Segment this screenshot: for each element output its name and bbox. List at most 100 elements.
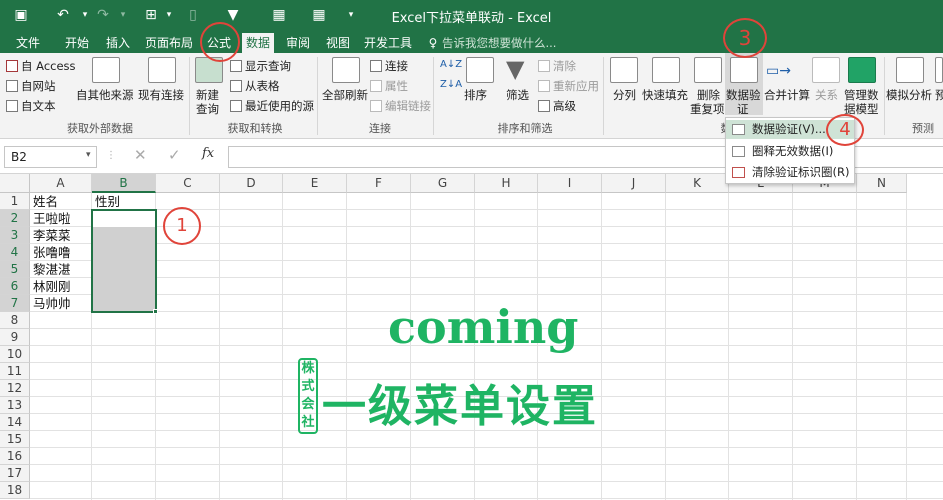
flash-fill-button[interactable]: 快速填充 — [642, 87, 688, 103]
row-header-13[interactable]: 13 — [0, 397, 30, 414]
tell-me-box[interactable]: 告诉我您想要做什么... — [442, 33, 562, 53]
row-header-16[interactable]: 16 — [0, 448, 30, 465]
other-sources-button[interactable]: 自其他来源 — [76, 87, 134, 103]
row-header-15[interactable]: 15 — [0, 431, 30, 448]
gridline-vertical — [282, 193, 283, 500]
row-header-2[interactable]: 2 — [0, 210, 30, 227]
menu-item-circle-invalid[interactable]: 圈释无效数据(I) — [726, 142, 854, 161]
ribbon-separator — [433, 57, 434, 135]
tab-insert[interactable]: 插入 — [100, 33, 136, 53]
advanced-filter-button[interactable]: 高级 — [538, 98, 576, 114]
row-header-4[interactable]: 4 — [0, 244, 30, 261]
cell-a5[interactable]: 黎湛湛 — [31, 261, 71, 278]
existing-connections-button[interactable]: 现有连接 — [138, 87, 184, 103]
recent-sources-button[interactable]: 最近使用的源 — [230, 98, 314, 114]
callout-4: 4 — [826, 114, 864, 146]
cell-a2[interactable]: 王啦啦 — [31, 210, 71, 227]
tab-file[interactable]: 文件 — [6, 33, 50, 53]
row-header-12[interactable]: 12 — [0, 380, 30, 397]
show-queries-button[interactable]: 显示查询 — [230, 58, 291, 74]
text-to-columns-button[interactable]: 分列 — [613, 87, 636, 103]
cell-b1[interactable]: 性别 — [93, 193, 120, 210]
column-header-c[interactable]: C — [156, 174, 220, 193]
name-box-dropdown-icon[interactable]: ▾ — [86, 150, 91, 160]
other-sources-icon — [92, 57, 120, 83]
sort-button[interactable]: 排序 — [464, 87, 487, 103]
cancel-icon[interactable]: ✕ — [134, 146, 147, 164]
row-header-14[interactable]: 14 — [0, 414, 30, 431]
column-header-h[interactable]: H — [475, 174, 538, 193]
gridline-vertical — [856, 193, 857, 500]
column-header-e[interactable]: E — [283, 174, 347, 193]
properties-label: 属性 — [385, 79, 408, 93]
filter-button[interactable]: 筛选 — [506, 87, 529, 103]
column-header-b[interactable]: B — [92, 174, 156, 193]
row-header-6[interactable]: 6 — [0, 278, 30, 295]
row-header-8[interactable]: 8 — [0, 312, 30, 329]
row-header-5[interactable]: 5 — [0, 261, 30, 278]
column-header-g[interactable]: G — [411, 174, 475, 193]
cell-a1[interactable]: 姓名 — [31, 193, 58, 210]
tab-home[interactable]: 开始 — [58, 33, 96, 53]
gridline-vertical — [665, 193, 666, 500]
clear-filter-button[interactable]: 清除 — [538, 58, 576, 74]
consolidate-button[interactable]: 合并计算 — [764, 87, 810, 103]
forecast-sheet-button[interactable]: 预 — [935, 87, 943, 103]
row-header-3[interactable]: 3 — [0, 227, 30, 244]
fill-handle[interactable] — [153, 309, 158, 314]
cell-a3[interactable]: 李菜菜 — [31, 227, 71, 244]
from-web-button[interactable]: 自网站 — [6, 78, 56, 94]
gridline-horizontal — [30, 294, 943, 295]
column-header-a[interactable]: A — [30, 174, 92, 193]
from-table-button[interactable]: 从表格 — [230, 78, 280, 94]
name-box[interactable]: B2 — [4, 146, 97, 168]
row-header-17[interactable]: 17 — [0, 465, 30, 482]
row-header-10[interactable]: 10 — [0, 346, 30, 363]
sort-az-icon[interactable]: A↓Z — [440, 59, 462, 70]
show-queries-icon — [230, 60, 242, 72]
column-header-n[interactable]: N — [857, 174, 907, 193]
reapply-button[interactable]: 重新应用 — [538, 78, 599, 94]
connections-button[interactable]: 连接 — [370, 58, 408, 74]
ribbon-separator — [603, 57, 604, 135]
menu-item-clear-circles[interactable]: 清除验证标识圈(R) — [726, 163, 854, 182]
column-header-d[interactable]: D — [220, 174, 283, 193]
tab-data[interactable]: 数据 — [242, 33, 274, 53]
what-if-analysis-button[interactable]: 模拟分析 — [886, 87, 932, 103]
select-all-corner[interactable] — [0, 174, 30, 193]
seal-char: 社 — [301, 415, 315, 430]
tab-review[interactable]: 审阅 — [280, 33, 316, 53]
row-header-18[interactable]: 18 — [0, 482, 30, 499]
text-file-icon — [6, 100, 18, 112]
row-header-11[interactable]: 11 — [0, 363, 30, 380]
cell-a7[interactable]: 马帅帅 — [31, 295, 71, 312]
column-header-j[interactable]: J — [602, 174, 666, 193]
relationships-button[interactable]: 关系 — [815, 87, 838, 103]
edit-links-button[interactable]: 编辑链接 — [370, 98, 431, 114]
column-header-f[interactable]: F — [347, 174, 411, 193]
row-header-9[interactable]: 9 — [0, 329, 30, 346]
tab-view[interactable]: 视图 — [320, 33, 356, 53]
sort-za-icon[interactable]: Z↓A — [440, 79, 462, 90]
ribbon-tabs: 文件 开始 插入 页面布局 公式 数据 审阅 视图 开发工具 ♀ 告诉我您想要做… — [0, 31, 943, 53]
row-header-1[interactable]: 1 — [0, 193, 30, 210]
column-header-i[interactable]: I — [538, 174, 602, 193]
insert-function-icon[interactable]: fx — [202, 146, 214, 161]
callout-helper — [726, 52, 766, 72]
remove-duplicates-label2: 重复项 — [690, 102, 725, 116]
properties-button[interactable]: 属性 — [370, 78, 408, 94]
refresh-all-button[interactable]: 全部刷新 — [322, 87, 368, 103]
relationships-icon — [812, 57, 840, 83]
tab-developer[interactable]: 开发工具 — [362, 33, 414, 53]
from-text-button[interactable]: 自文本 — [6, 98, 56, 114]
cell-a6[interactable]: 林刚刚 — [31, 278, 71, 295]
what-if-icon — [896, 57, 924, 83]
show-queries-label: 显示查询 — [245, 59, 291, 73]
from-access-button[interactable]: 自 Access — [6, 58, 76, 74]
enter-icon[interactable]: ✓ — [168, 146, 181, 164]
flash-fill-icon — [652, 57, 680, 83]
column-header-k[interactable]: K — [666, 174, 729, 193]
tab-page-layout[interactable]: 页面布局 — [140, 33, 198, 53]
row-header-7[interactable]: 7 — [0, 295, 30, 312]
cell-a4[interactable]: 张噜噜 — [31, 244, 71, 261]
